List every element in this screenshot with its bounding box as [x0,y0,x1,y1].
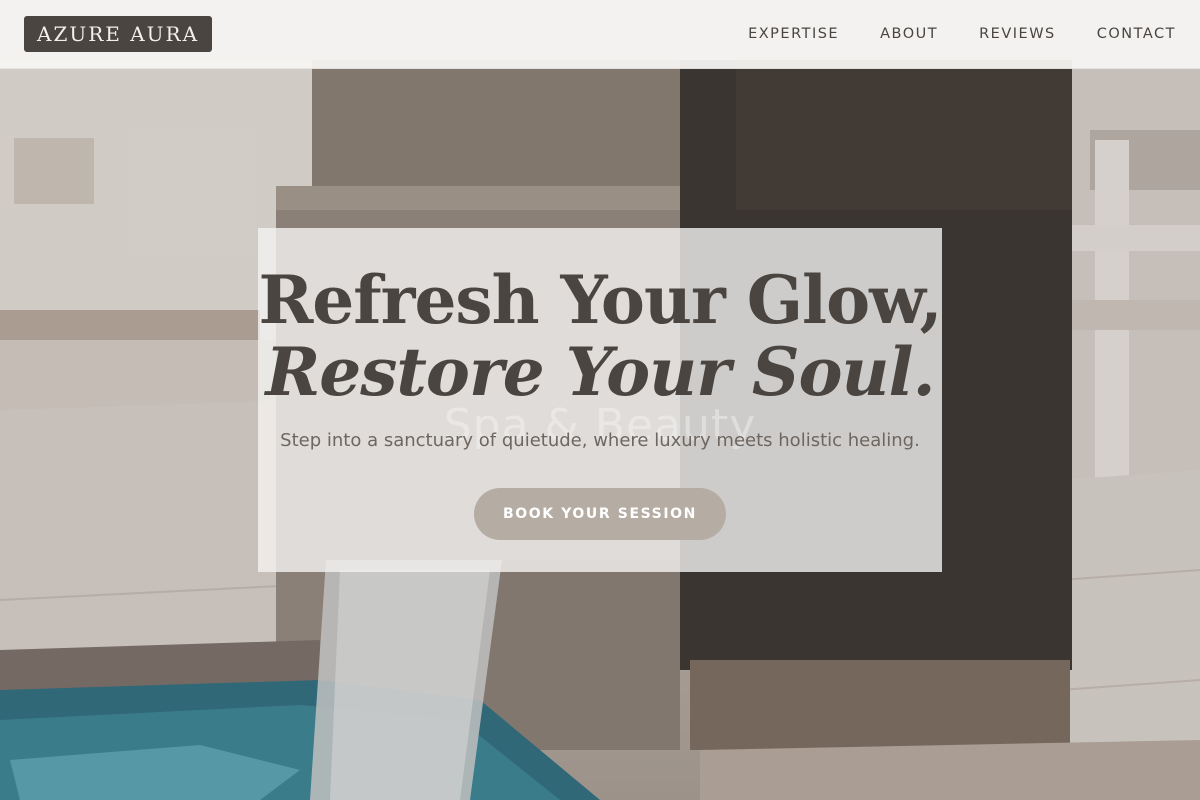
hero-card: Spa & Beauty Refresh Your Glow, Restore … [258,228,943,572]
nav-link-about[interactable]: ABOUT [880,26,938,42]
book-session-button[interactable]: BOOK YOUR SESSION [474,488,726,540]
nav-link-contact[interactable]: CONTACT [1097,26,1176,42]
site-header: AZURE AURA EXPERTISE ABOUT REVIEWS CONTA… [0,0,1200,69]
hero-headline-line-2: Restore Your Soul. [265,333,935,411]
nav-link-reviews[interactable]: REVIEWS [979,26,1056,42]
logo[interactable]: AZURE AURA [24,16,213,52]
hero-subtitle: Step into a sanctuary of quietude, where… [280,430,920,451]
nav-link-expertise[interactable]: EXPERTISE [748,26,839,42]
main-nav: EXPERTISE ABOUT REVIEWS CONTACT [707,26,1176,42]
